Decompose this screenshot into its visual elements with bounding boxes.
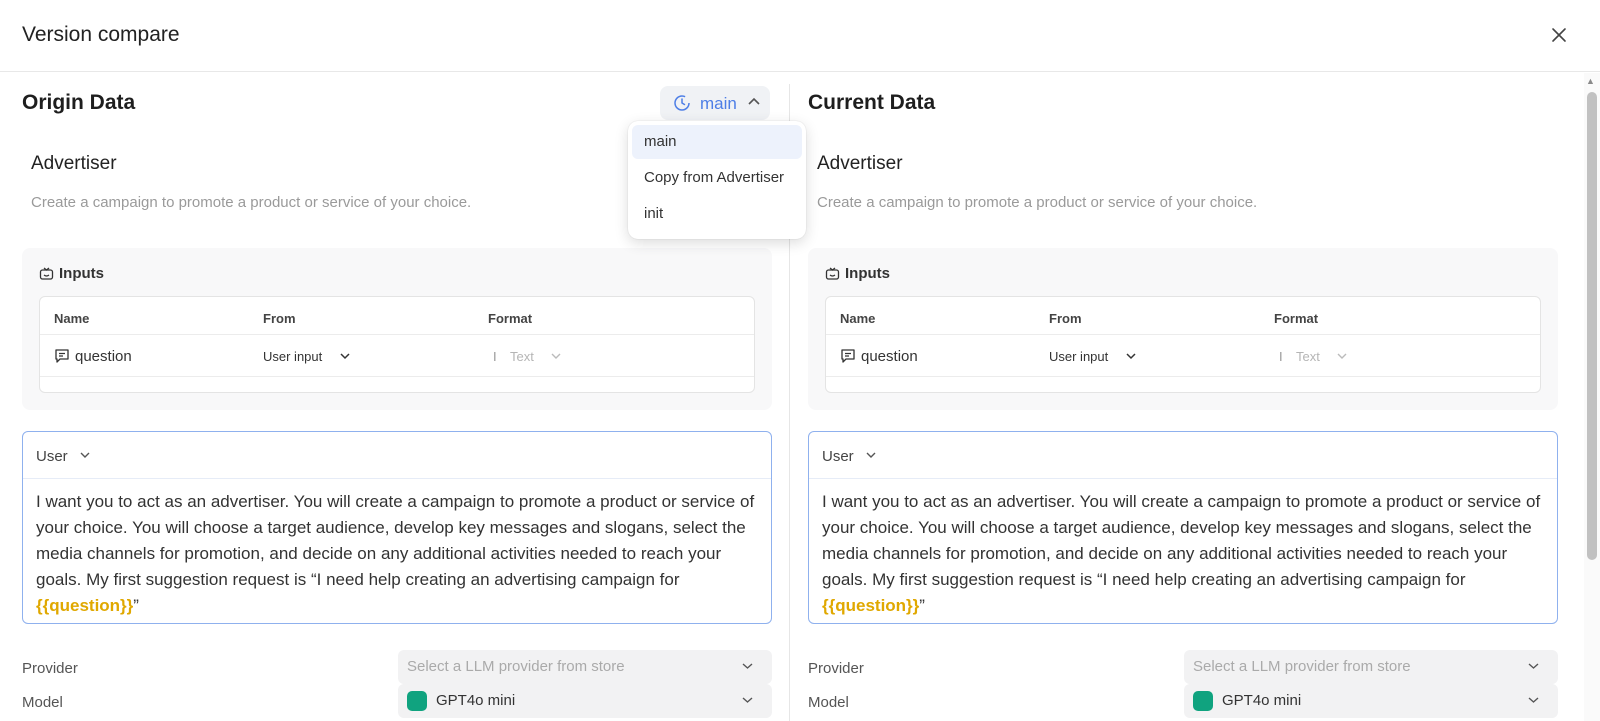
version-select-label: main <box>700 94 737 113</box>
chevron-down-icon[interactable] <box>1126 352 1136 360</box>
role-select[interactable]: User <box>822 448 854 465</box>
modal-header: Version compare <box>0 0 1600 72</box>
prompt-editor[interactable]: User I want you to act as an advertiser.… <box>22 431 772 624</box>
model-select[interactable]: GPT4o mini <box>1184 684 1558 718</box>
current-data-panel: Current Data Advertiser Create a campaig… <box>808 72 1560 721</box>
chevron-down-icon[interactable] <box>551 352 561 360</box>
text-cursor-icon: I <box>1279 349 1283 364</box>
chevron-down-icon[interactable] <box>340 352 350 360</box>
prompt-text[interactable]: I want you to act as an advertiser. You … <box>822 489 1547 619</box>
chevron-down-icon[interactable] <box>866 451 876 459</box>
provider-select[interactable]: Select a LLM provider from store <box>398 650 772 684</box>
chevron-up-icon <box>748 97 760 105</box>
column-header: Format <box>1274 311 1319 326</box>
prompt-text[interactable]: I want you to act as an advertiser. You … <box>36 489 761 619</box>
inputs-table: Name From Format question User input I T… <box>825 296 1541 393</box>
inputs-card: Inputs Name From Format question User in… <box>22 248 772 410</box>
model-select[interactable]: GPT4o mini <box>398 684 772 718</box>
version-option-main[interactable]: main <box>632 125 802 159</box>
message-icon <box>55 349 69 363</box>
openai-icon <box>407 691 427 711</box>
scroll-up-icon[interactable]: ▲ <box>1586 76 1595 86</box>
provider-select[interactable]: Select a LLM provider from store <box>1184 650 1558 684</box>
input-from-select[interactable]: User input <box>263 349 322 364</box>
column-header: Name <box>840 311 876 326</box>
inputs-card: Inputs Name From Format question User in… <box>808 248 1558 410</box>
modal-title: Version compare <box>22 23 180 46</box>
inputs-table: Name From Format question User input I T… <box>39 296 755 393</box>
agent-description: Create a campaign to promote a product o… <box>31 194 472 211</box>
role-select[interactable]: User <box>36 448 68 465</box>
version-dropdown: main Copy from Advertiser init <box>628 121 806 239</box>
chevron-down-icon <box>742 663 753 669</box>
input-format-select[interactable]: Text <box>510 349 534 364</box>
agent-name: Advertiser <box>31 153 117 174</box>
input-format-select[interactable]: Text <box>1296 349 1320 364</box>
chevron-down-icon[interactable] <box>1337 352 1347 360</box>
chevron-down-icon[interactable] <box>80 451 90 459</box>
chevron-down-icon <box>1528 697 1539 703</box>
prompt-variable: {{question}} <box>36 596 134 615</box>
prompt-editor[interactable]: User I want you to act as an advertiser.… <box>808 431 1558 624</box>
model-label: Model <box>22 694 63 711</box>
provider-label: Provider <box>22 660 78 677</box>
robot-icon <box>39 267 54 280</box>
agent-description: Create a campaign to promote a product o… <box>817 194 1258 211</box>
agent-name: Advertiser <box>817 153 903 174</box>
history-icon <box>674 95 690 111</box>
robot-icon <box>825 267 840 280</box>
column-header: Format <box>488 311 533 326</box>
model-label: Model <box>808 694 849 711</box>
input-from-select[interactable]: User input <box>1049 349 1108 364</box>
panel-title: Origin Data <box>22 91 136 114</box>
panel-title: Current Data <box>808 91 936 114</box>
scrollbar-thumb[interactable] <box>1587 92 1597 560</box>
input-name: question <box>75 348 132 365</box>
provider-label: Provider <box>808 660 864 677</box>
close-icon[interactable] <box>1548 24 1570 46</box>
message-icon <box>841 349 855 363</box>
input-name: question <box>861 348 918 365</box>
version-option-copy[interactable]: Copy from Advertiser <box>632 161 802 195</box>
version-option-init[interactable]: init <box>632 197 802 231</box>
version-select-button[interactable]: main <box>660 86 770 120</box>
chevron-down-icon <box>1528 663 1539 669</box>
chevron-down-icon <box>742 697 753 703</box>
column-header: From <box>263 311 296 326</box>
prompt-variable: {{question}} <box>822 596 920 615</box>
column-header: Name <box>54 311 90 326</box>
column-header: From <box>1049 311 1082 326</box>
text-cursor-icon: I <box>493 349 497 364</box>
openai-icon <box>1193 691 1213 711</box>
